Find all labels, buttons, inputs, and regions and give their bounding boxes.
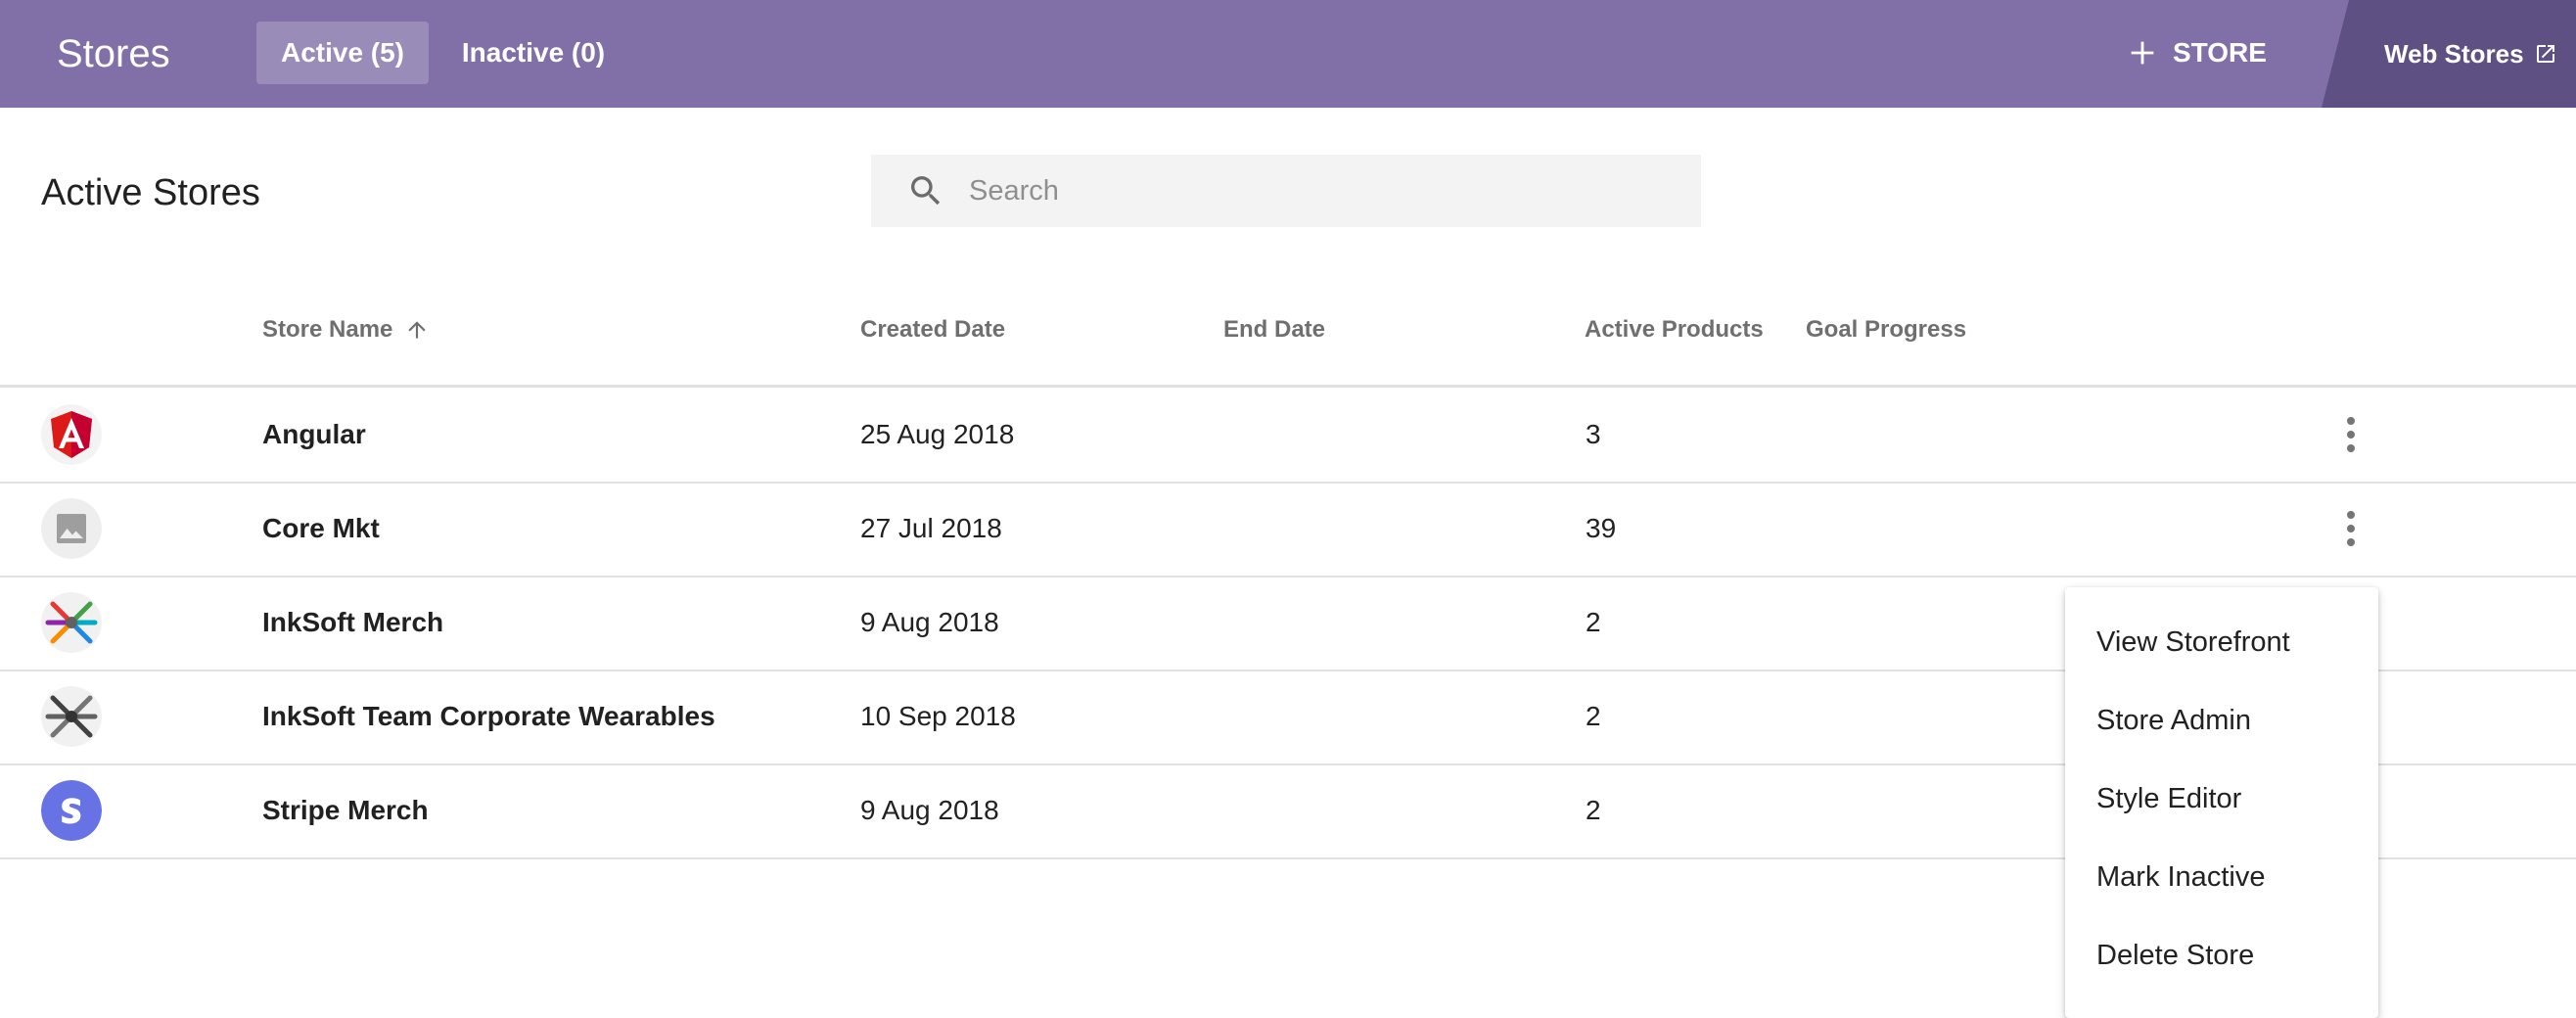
more-vert-icon[interactable] <box>2327 411 2374 458</box>
active-products: 2 <box>1586 701 1601 731</box>
search-bar <box>871 155 1701 227</box>
created-date: 25 Aug 2018 <box>860 419 1015 449</box>
add-store-label: STORE <box>2173 37 2267 68</box>
column-header-store-name-label: Store Name <box>262 316 393 343</box>
inksoft-gray-logo-icon <box>41 686 102 747</box>
created-date: 27 Jul 2018 <box>860 513 1002 543</box>
web-stores-panel: Web Stores <box>2322 0 2576 108</box>
column-header-active-products[interactable]: Active Products <box>1585 315 1764 345</box>
menu-item-store-admin[interactable]: Store Admin <box>2096 681 2251 760</box>
search-icon <box>911 176 941 206</box>
add-store-button[interactable]: STORE <box>2126 22 2267 84</box>
active-products: 3 <box>1586 419 1601 449</box>
column-header-store-name[interactable]: Store Name <box>262 315 430 345</box>
active-products: 2 <box>1586 795 1601 825</box>
menu-item-view-storefront[interactable]: View Storefront <box>2096 603 2290 681</box>
top-app-bar: Stores Active (5) Inactive (0) STORE Web… <box>0 0 2576 108</box>
open-in-new-icon <box>2536 45 2554 63</box>
store-name[interactable]: InkSoft Team Corporate Wearables <box>262 670 715 764</box>
page-title: Active Stores <box>41 172 260 213</box>
tab-active[interactable]: Active (5) <box>256 22 429 84</box>
active-products: 2 <box>1586 607 1601 637</box>
search-input[interactable] <box>967 173 1656 208</box>
store-name[interactable]: Angular <box>262 388 366 482</box>
web-stores-label: Web Stores <box>2384 38 2524 69</box>
column-header-created-date[interactable]: Created Date <box>860 315 1005 345</box>
tab-inactive[interactable]: Inactive (0) <box>454 22 613 84</box>
menu-item-mark-inactive[interactable]: Mark Inactive <box>2096 838 2265 916</box>
table-row[interactable]: Core Mkt 27 Jul 2018 39 <box>0 482 2576 578</box>
column-header-goal-progress[interactable]: Goal Progress <box>1806 315 1966 345</box>
menu-item-delete-store[interactable]: Delete Store <box>2096 916 2254 995</box>
created-date: 9 Aug 2018 <box>860 607 999 637</box>
active-products: 39 <box>1586 513 1617 543</box>
web-stores-link[interactable]: Web Stores <box>2384 0 2557 108</box>
store-name[interactable]: InkSoft Merch <box>262 576 443 670</box>
created-date: 10 Sep 2018 <box>860 701 1016 731</box>
angular-logo-icon <box>41 404 102 465</box>
created-date: 9 Aug 2018 <box>860 795 999 825</box>
menu-item-style-editor[interactable]: Style Editor <box>2096 760 2241 838</box>
column-header-end-date[interactable]: End Date <box>1223 315 1325 345</box>
store-actions-menu: View Storefront Store Admin Style Editor… <box>2065 587 2378 1018</box>
stripe-logo-icon <box>41 780 102 841</box>
image-placeholder-icon <box>41 498 102 559</box>
store-name[interactable]: Stripe Merch <box>262 764 429 857</box>
inksoft-color-logo-icon <box>41 592 102 653</box>
store-name[interactable]: Core Mkt <box>262 482 380 576</box>
more-vert-icon[interactable] <box>2327 505 2374 552</box>
arrow-up-icon <box>408 321 427 339</box>
table-row[interactable]: Angular 25 Aug 2018 3 <box>0 388 2576 484</box>
plus-icon <box>2131 41 2154 65</box>
app-title: Stores <box>57 32 170 75</box>
